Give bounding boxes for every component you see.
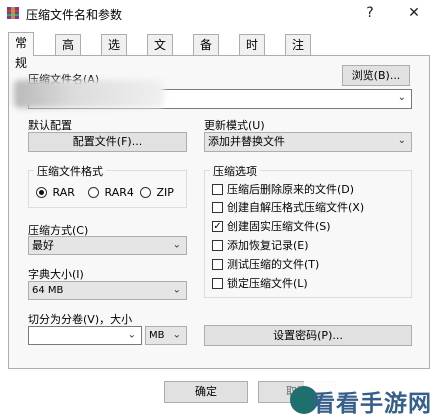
chevron-down-icon: ⌄ [397,135,406,147]
radio-label: ZIP [156,185,174,199]
option-recovery-record[interactable]: 添加恢复记录(E) [212,237,309,253]
chevron-down-icon: ⌄ [172,284,181,296]
tab-general[interactable]: 常规 [8,32,35,70]
blurred-filename [14,80,164,108]
watermark-text: 看看手游网 [312,391,432,417]
window-title: 压缩文件名和参数 [26,8,123,22]
compression-options-title: 压缩选项 [210,163,260,179]
compression-options-list: 压缩后删除原来的文件(D) 创建自解压格式压缩文件(X) ✓ 创建固实压缩文件(S… [212,181,408,296]
browse-button[interactable]: 浏览(B)... [342,65,410,86]
config-profiles-button[interactable]: 配置文件(F)... [28,132,187,152]
option-label: 创建自解压格式压缩文件(X) [227,201,365,214]
dictionary-size-label: 字典大小(I) [28,268,84,281]
compression-method-value: 最好 [32,239,54,252]
option-label: 测试压缩的文件(T) [227,258,320,271]
option-create-sfx[interactable]: 创建自解压格式压缩文件(X) [212,199,364,215]
split-unit-select[interactable]: MB ⌄ [145,326,187,345]
split-unit-value: MB [149,330,165,341]
radio-zip[interactable]: ZIP [140,185,174,199]
split-volumes-label: 切分为分卷(V)，大小 [28,313,133,326]
checkbox[interactable] [212,277,223,289]
radio-indicator[interactable] [140,186,151,198]
option-solid-archive[interactable]: ✓ 创建固实压缩文件(S) [212,218,331,234]
dictionary-size-value: 64 MB [32,285,64,296]
radio-label: RAR [52,185,75,199]
option-label: 锁定压缩文件(L) [227,277,308,290]
option-label: 压缩后删除原来的文件(D) [227,183,355,196]
close-button[interactable]: ✕ [399,2,429,24]
chevron-down-icon[interactable]: ⌄ [398,89,406,107]
chevron-down-icon: ⌄ [172,239,181,251]
tab-options[interactable]: 选项 [101,34,128,72]
checkbox[interactable] [212,258,223,270]
checkbox[interactable] [212,239,223,251]
radio-rar4[interactable]: RAR4 [88,185,134,199]
tab-files[interactable]: 文件 [147,34,174,72]
option-delete-after[interactable]: 压缩后删除原来的文件(D) [212,181,354,197]
checkmark-icon: ✓ [213,220,222,232]
tab-advanced[interactable]: 高级 [55,34,82,72]
checkbox[interactable] [212,201,223,213]
option-label: 添加恢复记录(E) [227,239,309,252]
tab-backup[interactable]: 备份 [193,34,220,72]
winrar-archive-icon [7,7,19,19]
update-mode-label: 更新模式(U) [204,119,265,132]
chevron-down-icon[interactable]: ⌄ [128,326,136,343]
chevron-down-icon: ⌄ [172,329,181,341]
radio-rar[interactable]: RAR [36,185,75,199]
default-config-label: 默认配置 [28,119,72,132]
option-label: 创建固实压缩文件(S) [227,220,331,233]
compression-method-select[interactable]: 最好 ⌄ [28,236,187,255]
split-size-input[interactable]: ⌄ [28,326,142,345]
checkbox[interactable]: ✓ [212,220,223,232]
option-test-files[interactable]: 测试压缩的文件(T) [212,256,319,272]
tab-time[interactable]: 时间 [239,34,266,72]
archive-format-title: 压缩文件格式 [34,163,106,179]
dictionary-size-select[interactable]: 64 MB ⌄ [28,281,187,300]
checkbox[interactable] [212,183,223,195]
help-button[interactable]: ? [355,2,385,24]
radio-indicator[interactable] [88,186,99,198]
ok-button[interactable]: 确定 [164,381,248,403]
radio-label: RAR4 [104,185,134,199]
update-mode-value: 添加并替换文件 [208,135,285,148]
option-lock-archive[interactable]: 锁定压缩文件(L) [212,275,308,291]
set-password-button[interactable]: 设置密码(P)... [204,325,412,346]
update-mode-select[interactable]: 添加并替换文件 ⌄ [204,132,412,152]
tab-comment[interactable]: 注释 [285,34,312,72]
radio-indicator[interactable] [36,186,47,198]
